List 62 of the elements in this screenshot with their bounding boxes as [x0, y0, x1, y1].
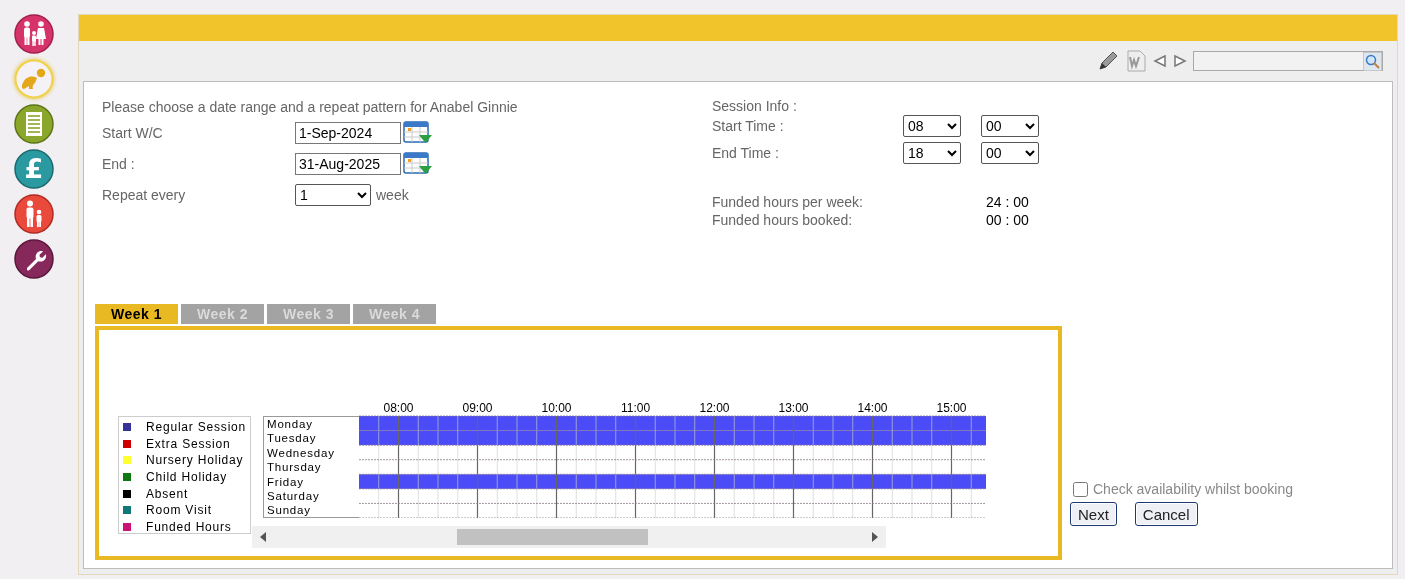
legend-label: Regular Session	[146, 420, 247, 435]
minute-dropdown[interactable]: 00	[981, 142, 1039, 164]
hour-label: 08:00	[383, 401, 414, 415]
scrollbar-thumb[interactable]	[457, 529, 648, 545]
hour-label: 13:00	[778, 401, 809, 415]
hour-label: 14:00	[857, 401, 888, 415]
document-icon[interactable]	[14, 104, 54, 144]
hour-label: 12:00	[699, 401, 730, 415]
next-icon[interactable]	[1173, 54, 1187, 68]
date-field[interactable]: 1-Sep-2024	[295, 122, 401, 144]
family-icon[interactable]	[14, 14, 54, 54]
repeat-dropdown[interactable]: 1	[295, 184, 371, 206]
hour-label: 10:00	[541, 401, 572, 415]
legend-label: Extra Session	[146, 436, 231, 451]
checkbox-label: Check availability whilst booking	[1093, 481, 1293, 497]
legend-label: Funded Hours	[146, 519, 232, 534]
field-label: End Time :	[712, 145, 780, 161]
previous-icon[interactable]	[1153, 54, 1167, 68]
field-label: Start W/C	[102, 125, 164, 141]
wrench-icon[interactable]	[14, 239, 54, 279]
date-field[interactable]: 31-Aug-2025	[295, 153, 401, 175]
hours-value: 00 : 00	[986, 211, 1029, 229]
hours-value: 24 : 00	[986, 193, 1029, 211]
checkbox[interactable]	[1073, 481, 1088, 497]
day-label: Friday	[267, 474, 305, 489]
day-label: Wednesday	[267, 445, 336, 461]
day-label: Thursday	[267, 460, 323, 475]
legend-label: Room Visit	[146, 503, 212, 518]
scroll-right-icon[interactable]	[872, 532, 878, 542]
parent-child-icon[interactable]	[14, 194, 54, 234]
action-button[interactable]: Cancel	[1134, 502, 1198, 526]
calendar-icon[interactable]	[403, 121, 433, 145]
document-icon[interactable]	[1125, 50, 1147, 72]
legend-label: Nursery Holiday	[146, 453, 244, 468]
hour-dropdown[interactable]: 08	[903, 115, 961, 137]
scroll-left-icon[interactable]	[260, 532, 266, 542]
pencil-icon[interactable]	[1097, 50, 1119, 72]
legend-label: Absent	[146, 486, 189, 501]
day-label: Monday	[267, 417, 314, 432]
action-button[interactable]: Next	[1070, 502, 1117, 526]
day-label: Saturday	[267, 488, 321, 504]
field-label: Repeat every	[102, 187, 187, 203]
section-title: Session Info :	[712, 98, 798, 114]
legend-label: Child Holiday	[146, 470, 228, 485]
minute-dropdown[interactable]: 00	[981, 115, 1039, 137]
field-label: Start Time :	[712, 118, 785, 134]
day-label: Tuesday	[267, 431, 318, 446]
field-label: End :	[102, 156, 136, 172]
hour-label: 09:00	[462, 401, 493, 415]
hour-label: 15:00	[936, 401, 967, 415]
instruction-text: Please choose a date range and a repeat pattern for Anabel Ginnie	[102, 98, 519, 117]
unit-label: week	[376, 187, 409, 203]
hour-label: 11:00	[620, 401, 651, 415]
scrollbar[interactable]	[252, 526, 886, 548]
field-label: Funded hours booked:	[712, 211, 854, 229]
search-icon[interactable]	[1363, 51, 1382, 71]
calendar-icon[interactable]	[403, 152, 433, 176]
week-tab[interactable]: Week 1	[95, 304, 178, 324]
search-field[interactable]	[1193, 51, 1383, 71]
field-label: Funded hours per week:	[712, 193, 864, 211]
hour-dropdown[interactable]: 18	[903, 142, 961, 164]
day-label: Sunday	[267, 503, 312, 518]
